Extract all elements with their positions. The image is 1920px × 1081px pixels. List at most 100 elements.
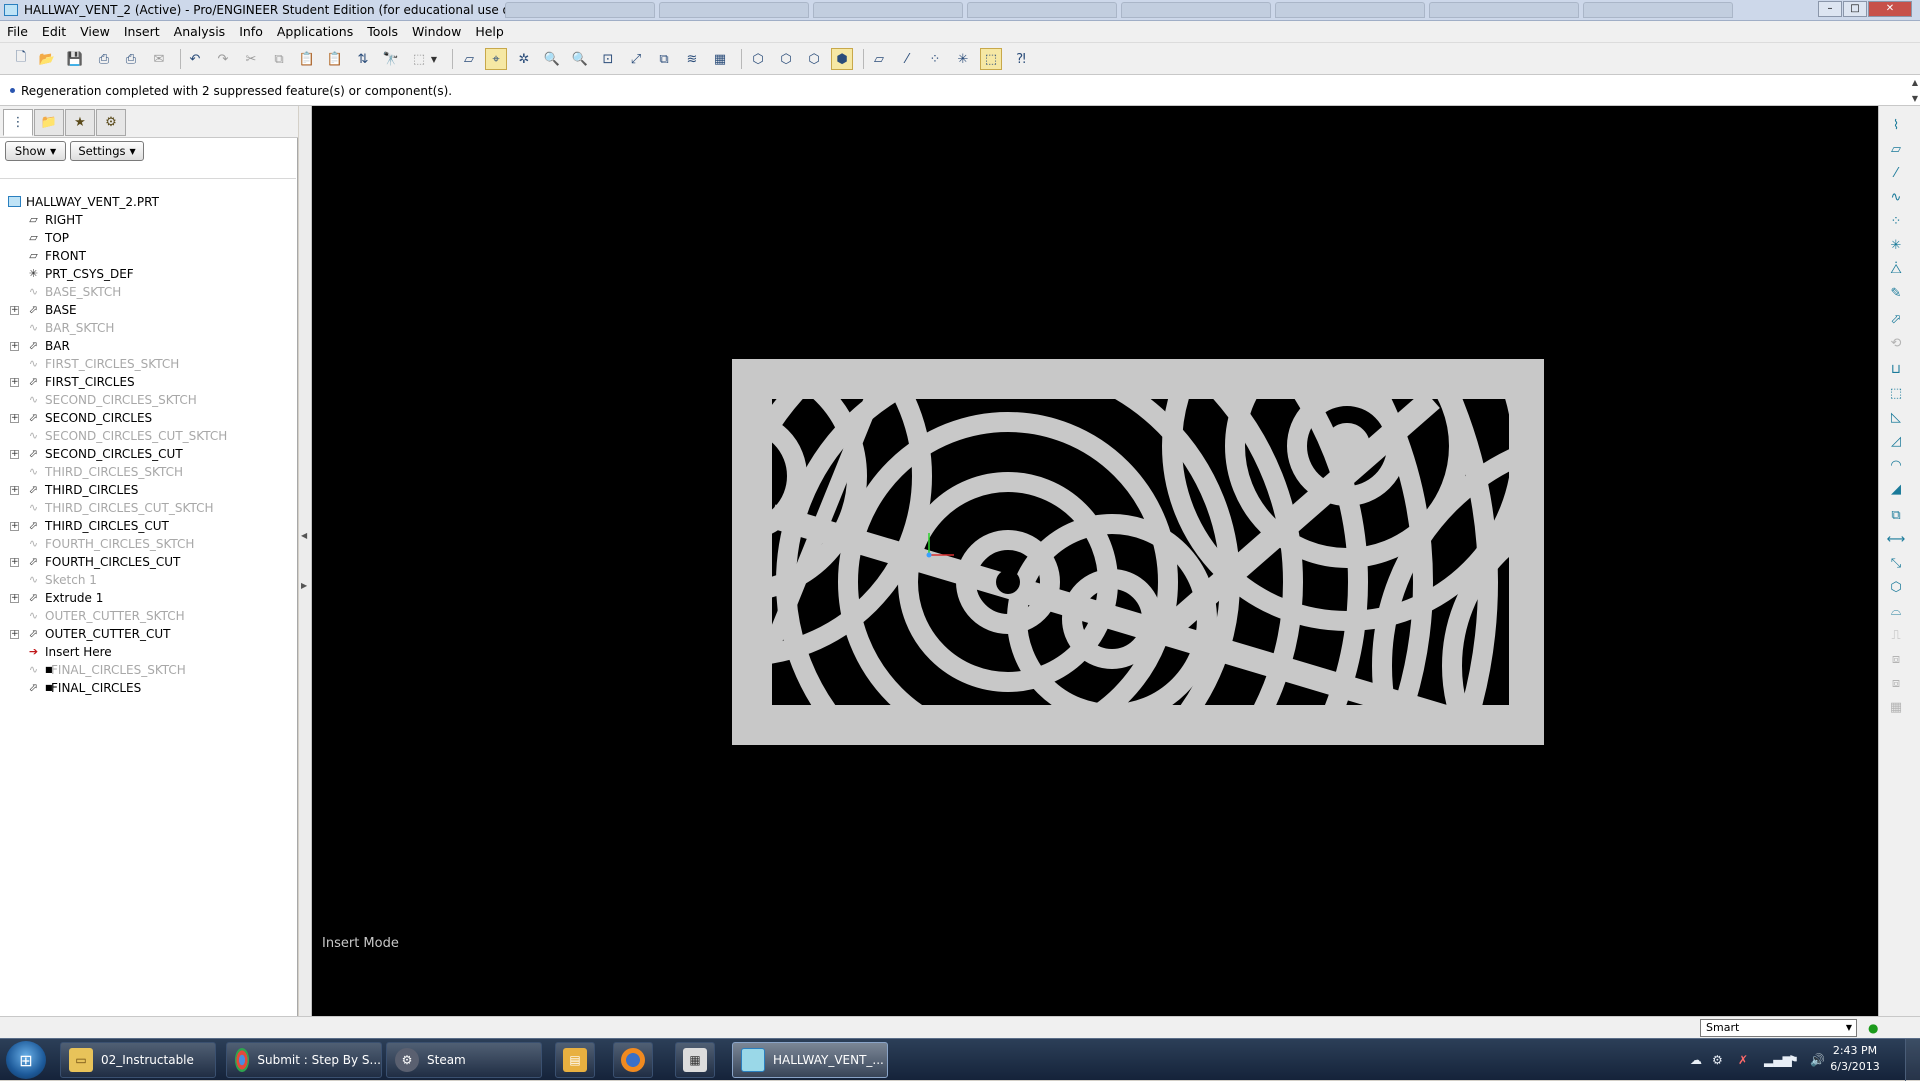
tree-item-second-circles[interactable]: + ⬀ SECOND_CIRCLES [0,409,296,427]
expand-icon[interactable]: + [10,522,19,531]
selection-filter[interactable]: Smart ▼ [1700,1019,1857,1037]
sketch-tool-icon[interactable]: ⌇ [1885,114,1907,136]
extrude-tool-icon[interactable]: ⬀ [1885,308,1907,330]
menu-file[interactable]: File [0,21,35,43]
shading-icon[interactable]: ⬢ [831,48,853,70]
solidify-tool-icon[interactable]: ⧈ [1885,648,1907,670]
expand-icon[interactable]: + [10,558,19,567]
task-item-proe[interactable]: HALLWAY_VENT_... [732,1042,888,1078]
rib-tool-icon[interactable]: ◺ [1885,406,1907,428]
regenerate-icon[interactable]: ⇅ [352,48,374,70]
sketch-display-icon[interactable]: ▱ [458,48,480,70]
offset-tool-icon[interactable]: ⌓ [1885,600,1907,622]
expand-icon[interactable]: + [10,414,19,423]
connections-tab-icon[interactable]: ⚙ [96,109,126,136]
coordinate-systems-icon[interactable]: ✳ [952,48,974,70]
tree-item-bar-sktch[interactable]: ∿ BAR_SKTCH [0,319,296,337]
chamfer-tool-icon[interactable]: ◢ [1885,478,1907,500]
layers-icon[interactable]: ≋ [681,48,703,70]
show-desktop-button[interactable] [1905,1039,1920,1081]
tree-root[interactable]: HALLWAY_VENT_2.PRT [0,193,296,211]
no-hidden-icon[interactable]: ⬡ [803,48,825,70]
tree-item-insert-here[interactable]: ➔ Insert Here [0,643,296,661]
scroll-down-icon[interactable]: ▼ [1912,94,1918,103]
trim-tool-icon[interactable]: ⤡ [1885,552,1907,574]
revolve-tool-icon[interactable]: ⟲ [1885,332,1907,354]
save-icon[interactable]: 💾 [64,48,86,70]
new-file-icon[interactable]: 🗋 [10,48,32,70]
tree-item-fourth-circles-cut[interactable]: + ⬀ FOURTH_CIRCLES_CUT [0,553,296,571]
curve-tool-icon[interactable]: ∿ [1885,186,1907,208]
tree-item-third-circles-cut[interactable]: + ⬀ THIRD_CIRCLES_CUT [0,517,296,535]
select-box-icon[interactable]: ⬚ [408,48,430,70]
find-icon[interactable]: 🔭 [380,48,402,70]
tree-item-extrude-1[interactable]: + ⬀ Extrude 1 [0,589,296,607]
tree-item-third-circles-sktch[interactable]: ∿ THIRD_CIRCLES_SKTCH [0,463,296,481]
tree-item-bar[interactable]: + ⬀ BAR [0,337,296,355]
close-button[interactable]: ✕ [1868,1,1912,17]
tree-item-base-sktch[interactable]: ∿ BASE_SKTCH [0,283,296,301]
menu-applications[interactable]: Applications [270,21,360,43]
open-file-icon[interactable]: 📂 [36,48,58,70]
merge-tool-icon[interactable]: ⬡ [1885,576,1907,598]
undo-icon[interactable]: ↶ [184,48,206,70]
graphics-window[interactable]: Insert Mode [312,106,1878,1016]
steam-tray-icon[interactable]: ⚙ [1712,1053,1723,1067]
zoom-in-icon[interactable]: 🔍 [541,48,563,70]
scroll-up-icon[interactable]: ▲ [1912,78,1918,87]
favorites-tab-icon[interactable]: ★ [65,109,95,136]
expand-icon[interactable]: + [10,594,19,603]
task-item-folder[interactable]: ▭ 02_Instructable [60,1042,216,1078]
datum-axes-icon[interactable]: ⁄ [896,48,918,70]
datum-toggle-icon[interactable]: ⌖ [485,48,507,70]
settings-dropdown[interactable]: Settings ▼ [70,141,144,161]
start-button[interactable]: ⊞ [6,1041,46,1079]
copy-icon[interactable]: ⧉ [268,48,290,70]
expand-icon[interactable]: + [10,630,19,639]
menu-help[interactable]: Help [468,21,511,43]
tree-item-second-circles-cut-sktch[interactable]: ∿ SECOND_CIRCLES_CUT_SKTCH [0,427,296,445]
mirror-tool-icon[interactable]: ⟷ [1885,528,1907,550]
tree-item-prt-csys-def[interactable]: ✳ PRT_CSYS_DEF [0,265,296,283]
expand-icon[interactable]: + [10,450,19,459]
saved-views-icon[interactable]: ⧉ [653,48,675,70]
task-item-archive[interactable]: ▤ [555,1042,595,1078]
expand-icon[interactable]: + [10,342,19,351]
redo-icon[interactable]: ↷ [212,48,234,70]
tree-item-third-circles[interactable]: + ⬀ THIRD_CIRCLES [0,481,296,499]
menu-info[interactable]: Info [232,21,270,43]
spin-center-icon[interactable]: ✲ [513,48,535,70]
tree-item-top[interactable]: ▱ TOP [0,229,296,247]
expand-icon[interactable]: + [10,486,19,495]
tree-item-fourth-circles-sktch[interactable]: ∿ FOURTH_CIRCLES_SKTCH [0,535,296,553]
task-item-chrome[interactable]: Submit : Step By S... [226,1042,382,1078]
expand-icon[interactable]: + [10,378,19,387]
tree-item-outer-cutter-sktch[interactable]: ∿ OUTER_CUTTER_SKTCH [0,607,296,625]
expand-arrow-icon[interactable]: ▶ [301,581,307,590]
collapse-arrow-icon[interactable]: ◀ [301,531,307,540]
tree-item-sketch-1[interactable]: ∿ Sketch 1 [0,571,296,589]
clock[interactable]: 2:43 PM 6/3/2013 [1820,1043,1890,1075]
task-item-firefox[interactable] [613,1042,653,1078]
grid-tool-icon[interactable]: ▦ [1885,696,1907,718]
intersect-tool-icon[interactable]: ⧈ [1885,672,1907,694]
paste-special-icon[interactable]: 📋 [324,48,346,70]
maximize-button[interactable]: □ [1843,1,1867,17]
thicken-tool-icon[interactable]: ⎍ [1885,624,1907,646]
point-tool-icon[interactable]: ⁘ [1885,210,1907,232]
tree-item-first-circles-sktch[interactable]: ∿ FIRST_CIRCLES_SKTCH [0,355,296,373]
security-tray-icon[interactable]: ✗ [1738,1053,1748,1067]
datum-planes-icon[interactable]: ▱ [868,48,890,70]
tree-item-final-circles[interactable]: ⬀ FINAL_CIRCLES ■ [0,679,296,697]
minimize-button[interactable]: – [1818,1,1842,17]
expand-icon[interactable]: + [10,306,19,315]
datum-points-icon[interactable]: ⁘ [924,48,946,70]
view-manager-icon[interactable]: ▦ [709,48,731,70]
task-item-steam[interactable]: ⚙ Steam [386,1042,542,1078]
axis-tool-icon[interactable]: ⁄ [1885,162,1907,184]
print-icon[interactable]: ⎙ [93,48,115,70]
pattern-tool-icon[interactable]: ⧉ [1885,504,1907,526]
context-help-icon[interactable]: ⁈ [1010,48,1032,70]
panel-splitter[interactable]: ◀ ▶ [299,106,312,1016]
print-preview-icon[interactable]: ⎙ [120,48,142,70]
